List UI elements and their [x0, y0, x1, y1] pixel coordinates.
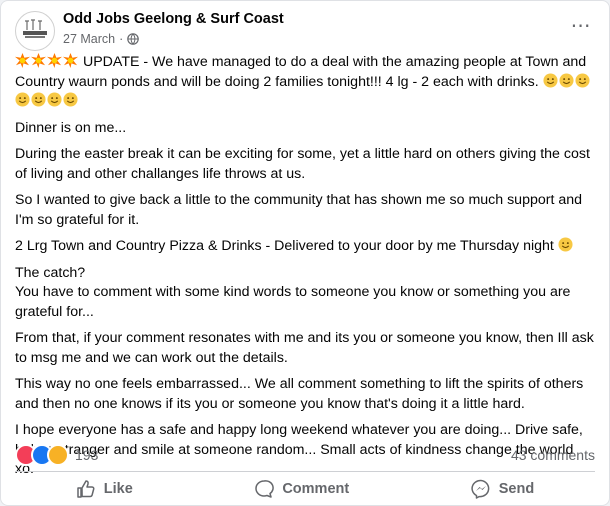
smiley-icon — [31, 92, 46, 107]
explosion-icon — [63, 53, 78, 68]
smiley-icon — [47, 92, 62, 107]
smiley-icon — [558, 237, 573, 252]
more-options-button[interactable]: ⋯ — [567, 14, 595, 37]
post-paragraph: This way no one feels embarrassed... We … — [15, 376, 584, 412]
post-date[interactable]: 27 March — [63, 32, 115, 46]
care-icon — [47, 444, 69, 466]
comment-label: Comment — [282, 481, 350, 497]
page-name[interactable]: Odd Jobs Geelong & Surf Coast — [63, 11, 284, 27]
ellipsis-icon: ⋯ — [570, 14, 592, 37]
explosion-emojis — [15, 53, 83, 70]
post-paragraph: The catch? You have to comment with some… — [15, 264, 595, 323]
paragraph-text: UPDATE - We have managed to do a deal wi… — [15, 54, 587, 90]
comment-button[interactable]: Comment — [254, 479, 349, 499]
explosion-icon — [47, 53, 62, 68]
meta-separator: · — [119, 32, 124, 46]
post-paragraph: 2 Lrg Town and Country Pizza & Drinks - … — [15, 237, 595, 257]
page-avatar[interactable] — [15, 11, 55, 51]
comment-count[interactable]: 43 comments — [511, 447, 595, 463]
like-button[interactable]: Like — [76, 479, 133, 499]
paragraph-text: 2 Lrg Town and Country Pizza & Drinks - … — [15, 238, 554, 254]
reaction-count[interactable]: 193 — [75, 447, 98, 463]
page-logo — [17, 13, 53, 49]
post-header: Odd Jobs Geelong & Surf Coast 27 March ·… — [15, 9, 595, 51]
post-paragraph: UPDATE - We have managed to do a deal wi… — [15, 53, 595, 112]
post-paragraph: During the easter break it can be exciti… — [15, 146, 590, 182]
reactions-summary[interactable]: 193 — [15, 444, 98, 466]
post-paragraph: From that, if your comment resonates wit… — [15, 330, 594, 366]
smiley-icon — [543, 72, 558, 88]
post-paragraph: Dinner is on me... — [15, 119, 127, 136]
comment-icon — [255, 480, 275, 498]
paragraph-text: You have to comment with some kind words… — [15, 284, 571, 320]
post-paragraph: So I wanted to give back a little to the… — [15, 192, 583, 228]
smiley-icon — [15, 92, 30, 107]
globe-icon — [127, 33, 140, 45]
explosion-icon — [15, 53, 30, 68]
smiley-icon — [575, 72, 590, 88]
post-stats: 193 43 comments — [15, 444, 595, 466]
divider — [15, 471, 595, 472]
smiley-icon — [63, 92, 78, 107]
post-card: Odd Jobs Geelong & Surf Coast 27 March ·… — [0, 0, 610, 506]
post-body: UPDATE - We have managed to do a deal wi… — [15, 53, 595, 487]
like-label: Like — [103, 481, 133, 497]
send-button[interactable]: Send — [471, 479, 534, 499]
post-meta: 27 March · — [63, 32, 140, 46]
smiley-icon — [559, 72, 574, 88]
messenger-icon — [471, 479, 490, 499]
reaction-icons — [15, 444, 69, 466]
action-bar: Like Comment Send — [15, 473, 595, 505]
explosion-icon — [31, 53, 46, 68]
paragraph-text: The catch? — [15, 264, 86, 281]
send-label: Send — [498, 481, 535, 497]
thumbs-up-icon — [77, 480, 95, 498]
